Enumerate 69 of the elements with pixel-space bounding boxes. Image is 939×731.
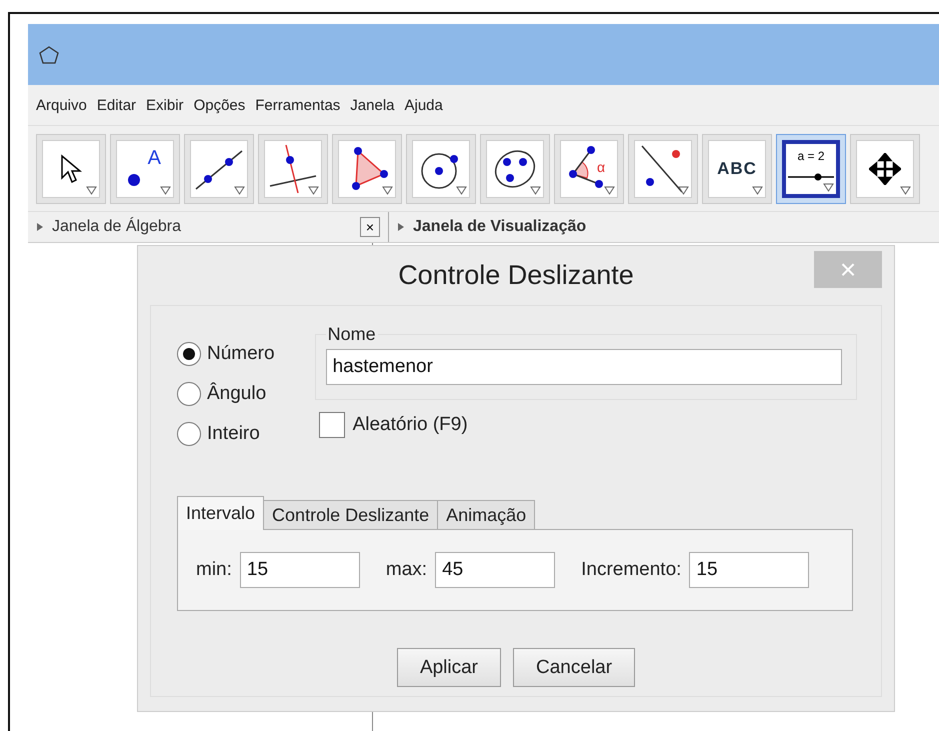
radio-label: Ângulo (207, 383, 266, 405)
tool-button[interactable] (406, 134, 476, 204)
pentagon-logo-icon (38, 44, 60, 64)
tool-button[interactable]: ABC (702, 134, 772, 204)
tool-button[interactable]: a = 2 (776, 134, 846, 204)
text-tool-label: ABC (717, 158, 757, 178)
name-legend: Nome (326, 324, 378, 345)
arrow-cursor-icon (60, 154, 82, 184)
dropdown-triangle-icon (160, 186, 171, 194)
dropdown-triangle-icon (604, 186, 615, 194)
point-label: A (148, 146, 161, 170)
menu-item[interactable]: Arquivo (36, 96, 87, 114)
panel-title: Janela de Visualização (413, 218, 588, 236)
dialog-button[interactable]: Cancelar (513, 648, 636, 687)
input-field[interactable]: 15 (689, 552, 810, 588)
tool-button[interactable] (258, 134, 328, 204)
tab[interactable]: Controle Deslizante (263, 500, 438, 530)
panel-title: Janela de Álgebra (52, 218, 182, 236)
tab[interactable]: Animação (437, 500, 536, 530)
name-field[interactable]: hastemenor (326, 349, 842, 385)
perpendicular-line-icon (268, 144, 318, 194)
angle-icon (569, 146, 603, 188)
menu-item[interactable]: Ferramentas (255, 96, 340, 114)
field-label: max: (386, 559, 428, 581)
menu-item[interactable]: Janela (350, 96, 394, 114)
input-field[interactable]: 15 (240, 552, 360, 588)
field-label: min: (196, 559, 232, 581)
close-button[interactable]: × (360, 217, 380, 237)
slider-tool-label: a = 2 (797, 148, 825, 162)
tool-button[interactable]: α (554, 134, 624, 204)
input-field[interactable]: 45 (435, 552, 556, 588)
tool-button[interactable] (480, 134, 550, 204)
radio-button[interactable] (177, 382, 201, 406)
checkbox-label: Aleatório (F9) (352, 414, 468, 436)
radio-label: Inteiro (207, 423, 260, 445)
tool-button[interactable] (36, 134, 106, 204)
tab[interactable]: Intervalo (177, 496, 264, 530)
move-arrows-icon (869, 152, 901, 184)
radio-button[interactable] (177, 342, 201, 366)
angle-label: α (597, 158, 606, 174)
expand-triangle-icon[interactable] (36, 222, 44, 232)
dropdown-triangle-icon (900, 186, 911, 194)
radio-button[interactable] (177, 422, 201, 446)
menu-item[interactable]: Ajuda (404, 96, 443, 114)
dropdown-triangle-icon (86, 186, 97, 194)
slider-icon (788, 172, 834, 182)
tool-button[interactable]: A (110, 134, 180, 204)
field-label: Incremento: (581, 559, 682, 581)
dialog-title: Controle Deslizante (398, 260, 634, 291)
dropdown-triangle-icon (234, 186, 245, 194)
menu-item[interactable]: Editar (96, 96, 136, 114)
dropdown-triangle-icon (456, 186, 467, 194)
dropdown-triangle-icon (308, 186, 319, 194)
checkbox[interactable] (318, 412, 345, 438)
dialog-button[interactable]: Aplicar (396, 648, 502, 687)
tool-button[interactable] (850, 134, 920, 204)
dropdown-triangle-icon (752, 186, 763, 194)
tool-button[interactable] (184, 134, 254, 204)
expand-triangle-icon[interactable] (397, 222, 405, 232)
point-icon (127, 172, 141, 186)
dropdown-triangle-icon (678, 186, 689, 194)
menu-item[interactable]: Opções (194, 96, 246, 114)
dropdown-triangle-icon (382, 186, 393, 194)
tool-button[interactable] (628, 134, 698, 204)
radio-label: Número (207, 343, 275, 365)
menu-item[interactable]: Exibir (146, 96, 184, 114)
tool-button[interactable] (332, 134, 402, 204)
dropdown-triangle-icon (530, 186, 541, 194)
dropdown-triangle-icon (823, 182, 834, 192)
